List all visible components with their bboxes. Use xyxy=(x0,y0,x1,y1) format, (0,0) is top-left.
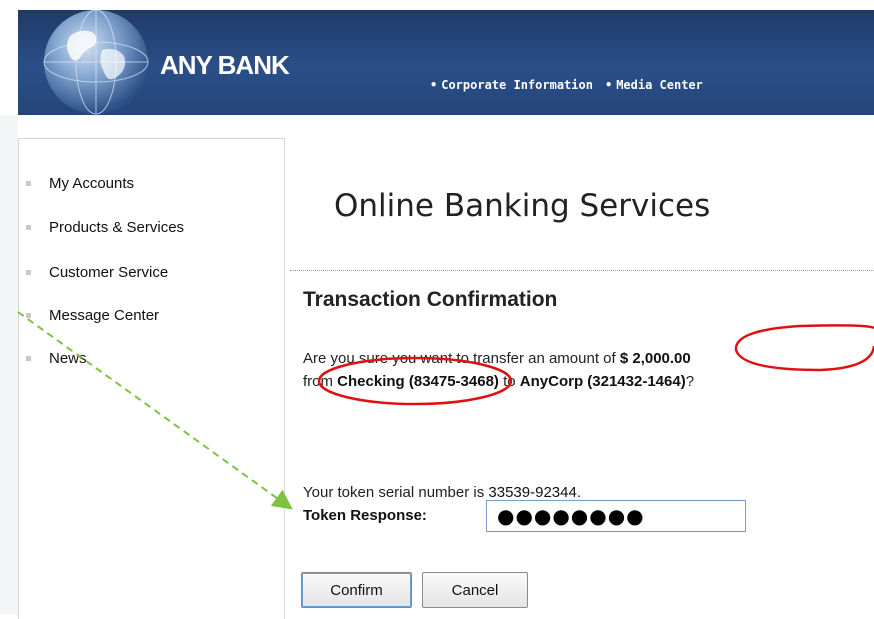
sidebar-item-label: Products & Services xyxy=(49,219,185,236)
globe-logo-icon xyxy=(43,10,149,115)
bullet-icon xyxy=(26,181,31,186)
bullet-icon xyxy=(26,270,31,275)
sidebar xyxy=(18,138,285,619)
sidebar-item-label: Message Center xyxy=(49,307,160,324)
nav-corporate-information[interactable]: • Corporate Information xyxy=(430,78,593,92)
nav-label: Corporate Information xyxy=(441,78,593,92)
divider xyxy=(290,270,874,271)
sidebar-item-my-accounts[interactable]: My Accounts xyxy=(26,175,134,192)
serial-number: 33539-92344 xyxy=(488,484,577,501)
question-text: ? xyxy=(685,373,695,390)
bullet-icon xyxy=(26,313,31,318)
site-header: ANY BANK • Corporate Information • Media… xyxy=(18,10,874,115)
bullet-icon xyxy=(26,225,31,230)
page-margin xyxy=(0,115,18,615)
token-response-label: Token Response: xyxy=(303,507,427,524)
page-title: Online Banking Services xyxy=(334,188,711,224)
amount-highlight-circle xyxy=(734,324,874,372)
top-nav: • Corporate Information • Media Center xyxy=(430,78,703,92)
token-serial: Your token serial number is 33539-92344. xyxy=(303,484,581,501)
nav-media-center[interactable]: • Media Center xyxy=(605,78,703,92)
to-account: AnyCorp (321432-1464) xyxy=(519,373,686,390)
sidebar-item-message-center[interactable]: Message Center xyxy=(26,307,159,324)
question-text: Are you sure you want to transfer an amo… xyxy=(303,350,620,367)
bullet-icon: • xyxy=(604,78,613,92)
serial-text: . xyxy=(576,484,581,501)
brand-name: ANY BANK xyxy=(160,50,290,80)
serial-text: Your token serial number is xyxy=(303,484,489,501)
bullet-icon xyxy=(26,356,31,361)
nav-label: Media Center xyxy=(616,78,703,92)
sidebar-item-label: Customer Service xyxy=(49,264,169,281)
from-account: Checking (83475-3468) xyxy=(337,373,499,390)
sidebar-item-customer-service[interactable]: Customer Service xyxy=(26,264,168,281)
cancel-button[interactable]: Cancel xyxy=(422,572,528,608)
sidebar-item-news[interactable]: News xyxy=(26,350,87,367)
token-response-input[interactable] xyxy=(486,500,746,532)
section-title: Transaction Confirmation xyxy=(303,288,558,311)
bullet-icon: • xyxy=(430,78,438,92)
question-text: from xyxy=(303,373,338,390)
question-text: to xyxy=(498,373,520,390)
sidebar-item-products-services[interactable]: Products & Services xyxy=(26,219,184,236)
transfer-question: Are you sure you want to transfer an amo… xyxy=(303,347,694,393)
confirm-button[interactable]: Confirm xyxy=(301,572,412,608)
sidebar-item-label: My Accounts xyxy=(49,175,135,192)
sidebar-item-label: News xyxy=(49,350,87,367)
transfer-amount: $ 2,000.00 xyxy=(619,350,691,367)
